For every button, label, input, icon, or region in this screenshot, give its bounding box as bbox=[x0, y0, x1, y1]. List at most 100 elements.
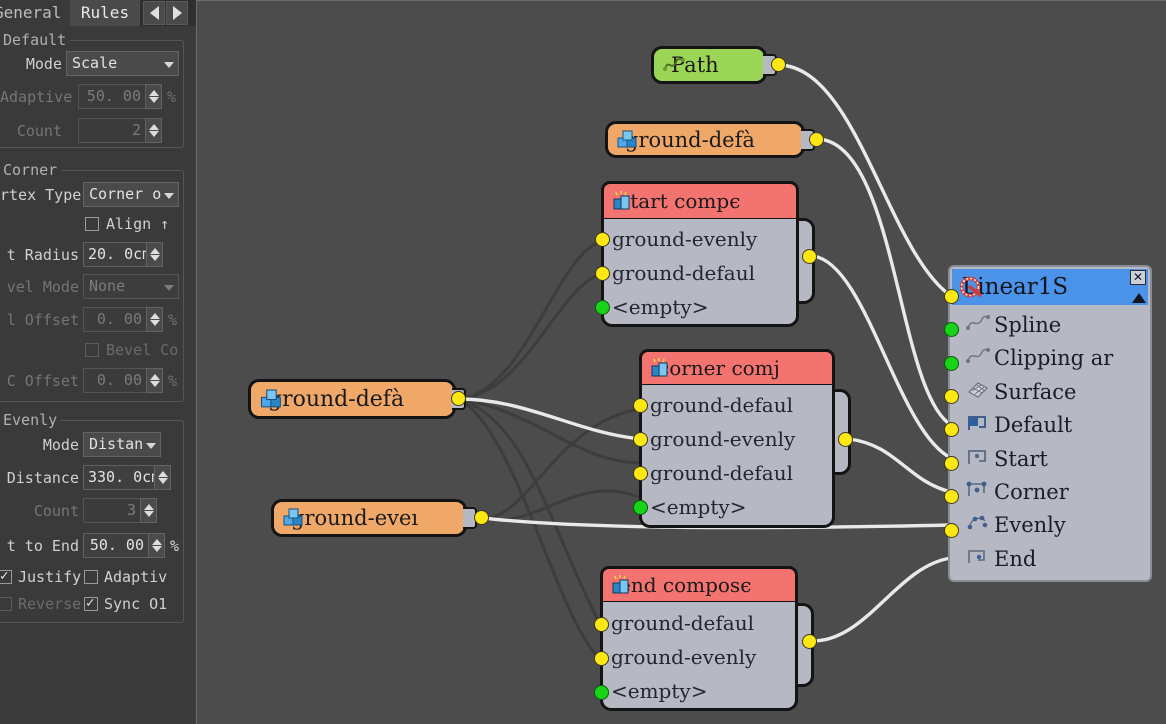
stepper-down-icon bbox=[157, 478, 168, 484]
checkbox-bevel-corner-label: Bevel Co bbox=[106, 341, 179, 359]
node-corner-composite-input-port-3[interactable] bbox=[633, 500, 648, 515]
checkbox-justify[interactable] bbox=[0, 567, 12, 585]
node-corner-composite-header[interactable]: corner comј bbox=[639, 349, 835, 387]
stepper-bevel-offset[interactable] bbox=[146, 307, 163, 332]
node-linear1s-input-port-7[interactable] bbox=[944, 523, 959, 538]
close-icon-glyph: ✕ bbox=[1132, 270, 1144, 284]
grid-surface-icon bbox=[966, 380, 990, 400]
node-ground-default-top-output-port[interactable] bbox=[809, 132, 824, 147]
stepper-up-icon bbox=[149, 248, 160, 254]
node-end-composite-input-2-label: <empty> bbox=[611, 679, 708, 703]
node-linear1s-input-3-label: Default bbox=[994, 413, 1073, 437]
stepper-distance[interactable] bbox=[154, 465, 171, 490]
node-linear1s-header[interactable]: Linear1S bbox=[952, 269, 1148, 305]
node-ground-evenly-mid[interactable]: ground-eveı bbox=[271, 499, 467, 537]
input-fillet-radius[interactable]: 20. 0cm bbox=[83, 242, 147, 267]
dropdown-evenly-mode[interactable]: Distan bbox=[83, 432, 161, 457]
composite-icon bbox=[611, 575, 633, 595]
checkbox-align[interactable] bbox=[85, 217, 99, 231]
prev-tab-button[interactable] bbox=[143, 1, 165, 25]
dropdown-default-mode[interactable]: Scale bbox=[66, 51, 179, 76]
input-count-default[interactable]: 2 bbox=[78, 118, 146, 143]
node-linear1s-input-port-2[interactable] bbox=[944, 356, 959, 371]
stepper-fillet-radius[interactable] bbox=[146, 242, 163, 267]
checkbox-bevel-corner[interactable] bbox=[85, 343, 99, 357]
node-linear1s[interactable]: Linear1S ✕ Spline Clipping ar Surface De… bbox=[949, 266, 1151, 581]
stepper-down-icon bbox=[149, 381, 160, 387]
label-bevel-mode: vel Mode bbox=[6, 278, 79, 296]
node-corner-composite-input-1-label: ground-evenly bbox=[650, 427, 796, 451]
linear-spline-icon bbox=[958, 276, 982, 298]
input-offset-to-end-value: 50. 00 bbox=[89, 536, 144, 554]
dropdown-vertex-type[interactable]: Corner o bbox=[83, 182, 179, 207]
node-start-composite-output-port[interactable] bbox=[802, 249, 817, 264]
node-linear1s-input-port-3[interactable] bbox=[944, 389, 959, 404]
checkbox-reverse[interactable] bbox=[0, 597, 12, 611]
node-corner-composite-input-0-label: ground-defaul bbox=[650, 393, 793, 417]
node-path-output-port[interactable] bbox=[771, 57, 786, 72]
spline-icon bbox=[966, 347, 990, 365]
node-end-composite-input-0-label: ground-defaul bbox=[611, 611, 754, 635]
spline-curve-icon bbox=[663, 56, 685, 74]
node-corner-composite-input-port-0[interactable] bbox=[633, 398, 648, 413]
node-linear1s-input-port-5[interactable] bbox=[944, 456, 959, 471]
label-fillet-radius: t Radius bbox=[6, 246, 79, 264]
node-path[interactable]: Path bbox=[651, 46, 767, 84]
node-end-composite-input-port-0[interactable] bbox=[594, 617, 609, 632]
node-end-composite-output-port[interactable] bbox=[802, 634, 817, 649]
checkbox-align-label: Align ↑ bbox=[106, 215, 170, 233]
cubes-icon bbox=[260, 389, 284, 410]
node-linear1s-input-port-1[interactable] bbox=[944, 322, 959, 337]
polygon-corner-icon bbox=[966, 480, 990, 500]
tab-rules[interactable]: Rules bbox=[70, 0, 140, 26]
input-adaptive[interactable]: 50. 00 bbox=[78, 84, 146, 109]
input-evenly-count[interactable]: 3 bbox=[83, 498, 141, 523]
stepper-adaptive[interactable] bbox=[145, 84, 162, 109]
unit-offset-to-end: % bbox=[170, 537, 180, 555]
stepper-down-icon bbox=[149, 255, 160, 261]
node-end-composite-input-port-1[interactable] bbox=[594, 651, 609, 666]
node-corner-composite-input-port-2[interactable] bbox=[633, 466, 648, 481]
node-linear1s-input-2-label: Surface bbox=[994, 380, 1077, 404]
polygon-outline-icon bbox=[966, 447, 990, 467]
close-icon[interactable]: ✕ bbox=[1130, 270, 1146, 285]
checkbox-sync[interactable] bbox=[84, 594, 98, 612]
node-start-composite-input-port-2[interactable] bbox=[595, 300, 610, 315]
triangle-up-icon[interactable] bbox=[1132, 293, 1146, 303]
input-offset-to-end[interactable]: 50. 00 bbox=[83, 533, 149, 558]
node-ground-evenly-mid-output-port[interactable] bbox=[474, 510, 489, 525]
stepper-count-default[interactable] bbox=[145, 118, 162, 143]
node-corner-composite-input-port-1[interactable] bbox=[633, 432, 648, 447]
node-graph-canvas[interactable]: Path ground-defà start compє ground-even… bbox=[196, 0, 1166, 724]
label-cc-offset: C Offset bbox=[6, 372, 79, 390]
node-end-composite-title: end composє bbox=[619, 573, 752, 597]
node-end-composite-header[interactable]: end composє bbox=[600, 566, 798, 604]
node-linear1s-input-port-6[interactable] bbox=[944, 489, 959, 504]
checkbox-reverse-label: Reverse bbox=[18, 595, 82, 613]
unit-cc-offset: % bbox=[168, 372, 178, 390]
stepper-cc-offset[interactable] bbox=[146, 368, 163, 393]
checkbox-adaptive[interactable] bbox=[84, 570, 98, 584]
node-corner-composite-output-port[interactable] bbox=[838, 432, 853, 447]
row-bevel-mode: vel Mode bbox=[0, 274, 79, 300]
unit-adaptive: % bbox=[167, 88, 177, 106]
node-linear1s-input-port-0[interactable] bbox=[944, 289, 959, 304]
node-start-composite-header[interactable]: start compє bbox=[601, 181, 799, 221]
input-cc-offset[interactable]: 0. 00 bbox=[83, 368, 147, 393]
input-distance[interactable]: 330. 0cm bbox=[83, 465, 155, 490]
node-ground-default-mid[interactable]: ground-defà bbox=[248, 379, 456, 419]
node-start-composite-input-port-1[interactable] bbox=[595, 266, 610, 281]
node-corner-composite-title: corner comј bbox=[658, 356, 780, 380]
next-tab-button[interactable] bbox=[166, 1, 188, 25]
input-bevel-offset[interactable]: 0. 00 bbox=[83, 307, 147, 332]
node-ground-default-top[interactable]: ground-defà bbox=[605, 121, 805, 158]
dropdown-vertex-type-value: Corner o bbox=[89, 185, 162, 203]
dropdown-bevel-mode[interactable]: None bbox=[83, 274, 179, 299]
node-linear1s-input-port-4[interactable] bbox=[944, 422, 959, 437]
node-start-composite-input-port-0[interactable] bbox=[595, 232, 610, 247]
row-distance: Distance bbox=[0, 465, 79, 491]
stepper-offset-to-end[interactable] bbox=[148, 533, 165, 558]
node-ground-default-mid-output-port[interactable] bbox=[451, 391, 466, 406]
node-end-composite-input-port-2[interactable] bbox=[594, 685, 609, 700]
stepper-evenly-count[interactable] bbox=[140, 498, 157, 523]
